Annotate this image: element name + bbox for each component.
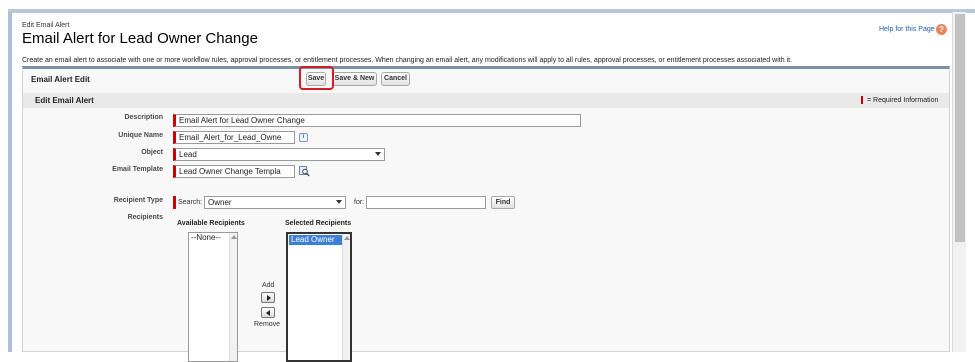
- available-recipients-list[interactable]: --None--: [188, 232, 238, 362]
- info-icon[interactable]: i: [299, 133, 308, 142]
- description-field[interactable]: Email Alert for Lead Owner Change: [173, 114, 581, 127]
- selected-recipients-list[interactable]: Lead Owner: [286, 232, 352, 362]
- cancel-button[interactable]: Cancel: [381, 72, 410, 86]
- required-marker-icon: [173, 196, 176, 209]
- add-button[interactable]: [261, 292, 275, 303]
- recipient-type-label: Recipient Type: [113, 197, 163, 204]
- email-alert-edit-panel: Email Alert Edit Save Save & New Cancel …: [22, 66, 950, 362]
- panel-title: Email Alert Edit: [31, 75, 90, 84]
- browser-top-bar: [0, 0, 975, 13]
- list-scrollbar[interactable]: [229, 233, 237, 361]
- available-recipients-heading: Available Recipients: [177, 220, 245, 227]
- search-label: Search:: [178, 199, 203, 206]
- arrow-left-icon: [266, 310, 270, 316]
- help-icon[interactable]: ?: [936, 24, 947, 35]
- remove-button[interactable]: [261, 307, 275, 318]
- required-marker-icon: [861, 96, 863, 104]
- save-and-new-button[interactable]: Save & New: [332, 72, 377, 86]
- page-scrollbar[interactable]: [952, 12, 966, 352]
- find-button[interactable]: Find: [491, 196, 515, 209]
- lookup-icon[interactable]: [299, 166, 310, 177]
- arrow-right-icon: [267, 295, 271, 301]
- recipient-type-select[interactable]: Owner: [204, 196, 346, 209]
- object-label: Object: [141, 149, 163, 156]
- page-title: Email Alert for Lead Owner Change: [22, 30, 258, 47]
- panel-header: Email Alert Edit Save Save & New Cancel: [23, 66, 949, 91]
- help-link[interactable]: Help for this Page: [879, 26, 935, 33]
- email-template-label: Email Template: [112, 166, 163, 173]
- header-stripe: [8, 9, 975, 13]
- scroll-up-icon: [344, 236, 350, 240]
- chevron-down-icon: [375, 152, 381, 156]
- save-button[interactable]: Save: [306, 72, 326, 86]
- list-scrollbar[interactable]: [342, 234, 350, 360]
- scroll-up-icon: [231, 235, 237, 239]
- recipients-label: Recipients: [127, 214, 163, 221]
- object-select-value: Lead: [179, 150, 197, 159]
- recipient-search-input[interactable]: [366, 196, 486, 209]
- list-item[interactable]: Lead Owner: [289, 235, 349, 245]
- object-select[interactable]: Lead: [173, 148, 385, 161]
- for-label: for:: [354, 199, 365, 206]
- description-label: Description: [124, 114, 163, 121]
- unique-name-field[interactable]: Email_Alert_for_Lead_Owne: [173, 131, 295, 144]
- unique-name-label: Unique Name: [118, 132, 163, 139]
- chevron-down-icon: [336, 200, 342, 204]
- add-label: Add: [262, 282, 275, 289]
- selected-recipients-heading: Selected Recipients: [285, 220, 352, 227]
- left-rail: [8, 12, 12, 352]
- required-legend: = Required Information: [861, 96, 938, 104]
- section-title: Edit Email Alert: [35, 96, 94, 105]
- recipient-type-select-value: Owner: [208, 198, 232, 207]
- required-legend-text: = Required Information: [867, 96, 939, 104]
- page-description: Create an email alert to associate with …: [22, 57, 792, 64]
- email-template-field[interactable]: Lead Owner Change Templa: [173, 165, 295, 178]
- scrollbar-thumb[interactable]: [955, 14, 965, 242]
- breadcrumb: Edit Email Alert: [22, 22, 70, 29]
- section-header: Edit Email Alert = Required Information: [23, 93, 949, 108]
- remove-label: Remove: [254, 321, 281, 328]
